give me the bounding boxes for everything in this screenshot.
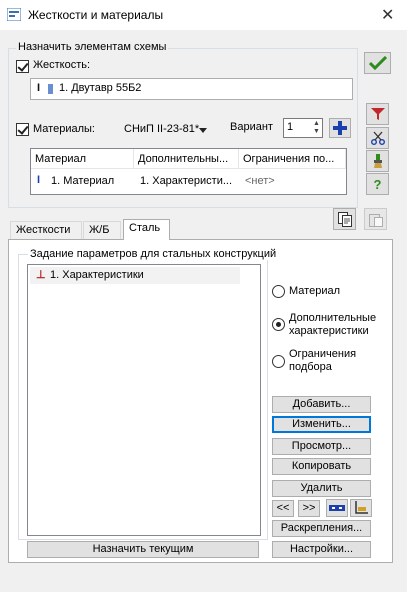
help-button[interactable]: ?	[366, 173, 389, 195]
section-icon	[329, 505, 345, 511]
table-cell: 1. Характеристи...	[140, 175, 233, 187]
radio-extra-characteristics[interactable]	[272, 318, 285, 331]
column-header[interactable]: Материал	[31, 149, 134, 169]
scissors-icon	[370, 131, 385, 145]
column-header[interactable]: Ограничения по...	[239, 149, 346, 169]
radio-material[interactable]	[272, 285, 285, 298]
variant-value: 1	[287, 121, 294, 133]
copy-icon	[337, 211, 352, 227]
cut-button[interactable]	[366, 127, 389, 149]
app-icon	[6, 7, 22, 22]
question-icon: ?	[373, 176, 382, 192]
plus-icon	[333, 121, 347, 135]
settings-button[interactable]: Настройки...	[272, 541, 371, 558]
axis-icon	[355, 501, 368, 514]
paste-button[interactable]	[364, 208, 387, 230]
tab-steel[interactable]: Сталь	[123, 219, 170, 240]
add-variant-button[interactable]	[329, 118, 351, 138]
table-row[interactable]: I 1. Материал 1. Характеристи... <нет>	[31, 173, 346, 191]
steel-group-label: Задание параметров для стальных конструк…	[28, 248, 279, 260]
variant-label: Вариант	[230, 121, 273, 133]
close-icon[interactable]: ✕	[381, 5, 394, 25]
assign-current-button[interactable]: Назначить текущим	[27, 541, 259, 558]
materials-label: Материалы:	[33, 123, 95, 135]
stiffness-field[interactable]: I 1. Двутавр 55Б2	[30, 78, 353, 100]
edit-button[interactable]: Изменить...	[272, 416, 371, 433]
radio-material-label: Материал	[289, 285, 340, 297]
assign-group-label: Назначить элементам схемы	[16, 41, 169, 53]
apply-button[interactable]	[364, 52, 391, 74]
delete-button[interactable]: Удалить	[272, 480, 371, 497]
list-item-label: 1. Характеристики	[50, 269, 144, 281]
materials-checkbox[interactable]	[16, 123, 29, 136]
stiffness-checkbox[interactable]	[16, 60, 29, 73]
tab-stiffness[interactable]: Жесткости	[10, 221, 82, 240]
paint-button[interactable]	[366, 150, 389, 172]
chevron-down-icon[interactable]	[199, 128, 207, 133]
checkmark-icon	[368, 56, 387, 70]
next-button[interactable]: >>	[298, 500, 320, 517]
copy-button[interactable]	[333, 208, 356, 230]
section-view-button[interactable]	[326, 499, 348, 517]
stiffness-value: 1. Двутавр 55Б2	[59, 82, 142, 94]
paste-icon	[368, 213, 383, 227]
steel-items-list[interactable]: ⊥ 1. Характеристики	[27, 264, 261, 536]
table-header: Материал Дополнительны... Ограничения по…	[31, 149, 346, 169]
stiffness-label: Жесткость:	[33, 59, 91, 71]
variant-spinner[interactable]: 1 ▲ ▼	[283, 118, 323, 138]
view-button[interactable]: Просмотр...	[272, 438, 371, 455]
radio-extra-characteristics-label: Дополнительные характеристики	[289, 312, 377, 337]
table-cell: <нет>	[245, 175, 275, 187]
filter-button[interactable]	[366, 103, 389, 125]
table-cell: 1. Материал	[51, 175, 115, 187]
filter-icon	[370, 108, 385, 120]
add-button[interactable]: Добавить...	[272, 396, 371, 413]
prev-button[interactable]: <<	[272, 500, 294, 517]
spin-up-icon[interactable]: ▲	[313, 120, 320, 127]
i-beam-icon: I	[37, 174, 41, 186]
radio-selection-limits-label: Ограничения подбора	[289, 348, 357, 373]
radio-selection-limits[interactable]	[272, 355, 285, 368]
window-title: Жесткости и материалы	[28, 8, 164, 22]
title-bar: Жесткости и материалы ✕	[0, 0, 407, 30]
copy-item-button[interactable]: Копировать	[272, 458, 371, 475]
list-item[interactable]: ⊥ 1. Характеристики	[30, 267, 240, 284]
steel-profile-icon: ⊥	[36, 269, 46, 281]
norm-dropdown[interactable]: СНиП II-23-81*	[124, 123, 199, 135]
tab-reinforced-concrete[interactable]: Ж/Б	[83, 221, 121, 240]
spin-down-icon[interactable]: ▼	[313, 128, 320, 135]
axis-view-button[interactable]	[350, 499, 372, 517]
brush-icon	[373, 154, 382, 168]
bracing-button[interactable]: Раскрепления...	[272, 520, 371, 537]
materials-table[interactable]: Материал Дополнительны... Ограничения по…	[30, 148, 347, 195]
color-swatch-icon	[48, 84, 53, 94]
i-beam-icon: I	[37, 82, 41, 94]
column-header[interactable]: Дополнительны...	[134, 149, 239, 169]
